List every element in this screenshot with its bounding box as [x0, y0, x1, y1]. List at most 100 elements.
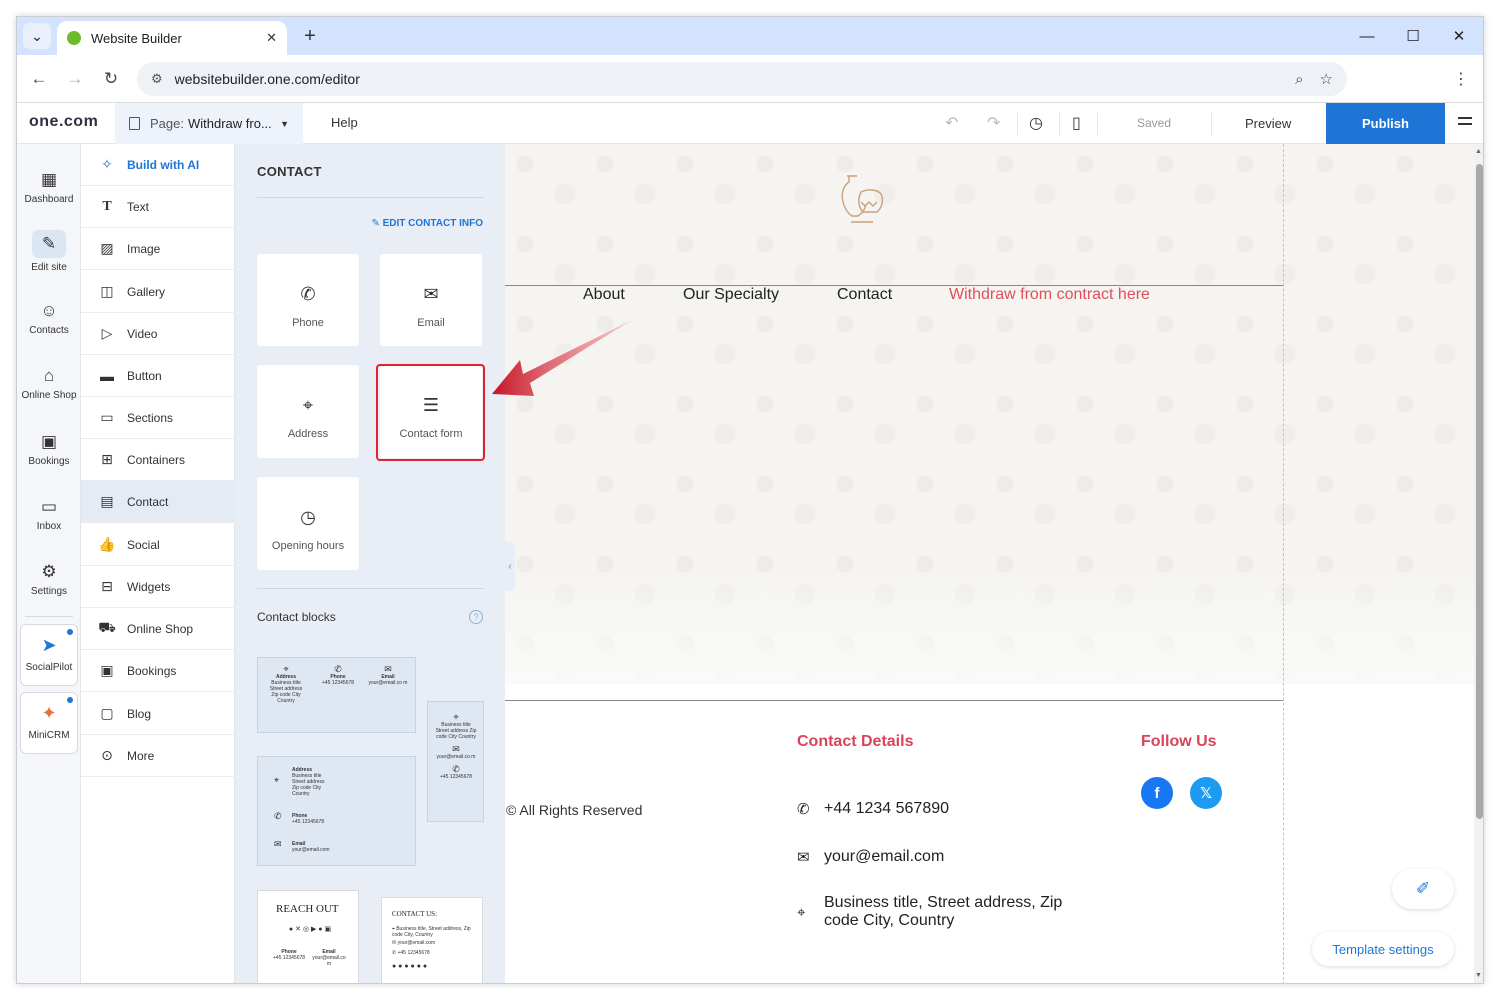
- app-minicrm[interactable]: ✦ MiniCRM: [20, 692, 78, 754]
- element-gallery[interactable]: ◫ Gallery: [81, 271, 235, 313]
- element-more[interactable]: ⊙ More: [81, 735, 235, 777]
- minimize-button[interactable]: —: [1347, 21, 1387, 51]
- collapse-panel-button[interactable]: ‹: [505, 541, 515, 591]
- facebook-icon[interactable]: f: [1141, 777, 1173, 809]
- containers-icon: ⊞: [101, 451, 113, 467]
- phone-icon: ✆: [274, 811, 282, 821]
- mini-address-line: ⌖ Business title, Street address, Zip co…: [392, 926, 471, 938]
- contact-block-2[interactable]: ⌖ Address Business title Street address …: [257, 756, 416, 866]
- app-socialpilot[interactable]: ➤ SocialPilot: [20, 624, 78, 686]
- reload-icon: ↻: [103, 69, 119, 88]
- contact-card-opening-hours[interactable]: ◷ Opening hours: [257, 477, 359, 570]
- element-label: Social: [127, 537, 160, 552]
- forward-button[interactable]: →: [61, 65, 89, 93]
- nav-withdraw[interactable]: Withdraw from contract here: [949, 286, 1150, 304]
- bookings-icon: ▣: [100, 662, 114, 678]
- contact-block-1[interactable]: ⌖ Address Business title Street address …: [257, 657, 416, 733]
- help-icon[interactable]: ?: [469, 610, 483, 624]
- contact-card-phone[interactable]: ✆ Phone: [257, 254, 359, 346]
- contact-card-email[interactable]: ✉ Email: [380, 254, 482, 346]
- design-settings-button[interactable]: ✐: [1392, 869, 1454, 909]
- new-tab-button[interactable]: +: [297, 23, 323, 49]
- rail-item-dashboard[interactable]: ▦ Dashboard: [17, 170, 81, 205]
- x-icon[interactable]: 𝕏: [1190, 777, 1222, 809]
- preview-button[interactable]: Preview: [1245, 116, 1291, 131]
- panel-divider: [257, 588, 484, 589]
- card-label: Email: [417, 317, 445, 329]
- chevron-left-icon: ‹: [508, 560, 512, 572]
- rail-item-contacts[interactable]: ☺ Contacts: [17, 301, 81, 336]
- undo-icon[interactable]: ↶: [945, 113, 958, 133]
- element-build-with-ai[interactable]: ✧ Build with AI: [81, 144, 235, 186]
- element-sections[interactable]: ▭ Sections: [81, 397, 235, 439]
- browser-tab[interactable]: Website Builder ✕: [57, 21, 287, 55]
- site-canvas[interactable]: About Our Specialty Contact Withdraw fro…: [505, 144, 1474, 983]
- scroll-down-icon[interactable]: ▼: [1475, 972, 1482, 979]
- back-arrow-icon: ←: [30, 69, 48, 88]
- url-text[interactable]: websitebuilder.one.com/editor: [175, 71, 1279, 87]
- site-info-icon[interactable]: ⚙: [151, 71, 163, 87]
- mini-text: Business title Street address Zip code C…: [435, 722, 477, 740]
- edit-contact-info-link[interactable]: ✎ EDIT CONTACT INFO: [371, 218, 483, 229]
- scrollbar-thumb[interactable]: [1476, 164, 1483, 819]
- mini-text: +45 12345678: [321, 680, 355, 686]
- phone-icon: ✆: [300, 284, 316, 304]
- rail-item-label: Edit site: [31, 262, 67, 273]
- grid-icon: ▦: [40, 170, 58, 189]
- page-selector[interactable]: Page: Withdraw fro... ▼: [115, 103, 303, 144]
- element-image[interactable]: ▨ Image: [81, 228, 235, 270]
- element-social[interactable]: 👍 Social: [81, 524, 235, 566]
- contact-block-5[interactable]: CONTACT US: ⌖ Business title, Street add…: [381, 897, 483, 983]
- maximize-button[interactable]: ☐: [1393, 21, 1433, 51]
- element-video[interactable]: ▷ Video: [81, 313, 235, 355]
- contact-card-address[interactable]: ⌖ Address: [257, 365, 359, 458]
- mini-phone: Phone +45 12345678: [270, 949, 308, 961]
- mini-phone-line: ✆ +45 12345678: [392, 950, 430, 956]
- url-bar[interactable]: ⚙ websitebuilder.one.com/editor ⌕ ☆: [137, 62, 1347, 96]
- zoom-icon[interactable]: ⌕: [1295, 71, 1303, 88]
- element-text[interactable]: T Text: [81, 186, 235, 228]
- element-online-shop[interactable]: ⛟ Online Shop: [81, 608, 235, 650]
- close-window-button[interactable]: ✕: [1439, 21, 1479, 51]
- element-containers[interactable]: ⊞ Containers: [81, 439, 235, 481]
- nav-about[interactable]: About: [583, 286, 625, 304]
- back-button[interactable]: ←: [25, 65, 53, 93]
- element-contact[interactable]: ▤ Contact: [81, 481, 235, 523]
- rail-item-inbox[interactable]: ▭ Inbox: [17, 497, 81, 532]
- hamburger-menu-icon[interactable]: [1458, 117, 1472, 129]
- element-blog[interactable]: ▢ Blog: [81, 693, 235, 735]
- mobile-view-icon[interactable]: ▯: [1072, 113, 1081, 133]
- close-icon: ✕: [1452, 28, 1466, 45]
- template-settings-button[interactable]: Template settings: [1312, 932, 1454, 966]
- rail-item-settings[interactable]: ⚙ Settings: [17, 562, 81, 597]
- canvas-scrollbar[interactable]: ▲ ▼: [1474, 144, 1483, 983]
- contact-icon: ▤: [100, 493, 114, 509]
- inbox-icon: ▭: [40, 497, 58, 516]
- close-tab-icon[interactable]: ✕: [266, 30, 277, 46]
- element-label: Video: [127, 326, 158, 341]
- nav-contact[interactable]: Contact: [837, 286, 892, 304]
- bookmark-star-icon[interactable]: ☆: [1320, 70, 1333, 88]
- help-menu[interactable]: Help: [331, 115, 358, 130]
- tab-search-button[interactable]: ⌄: [23, 23, 51, 49]
- element-button[interactable]: ▬ Button: [81, 355, 235, 397]
- chevron-down-icon: ⌄: [31, 27, 43, 44]
- rail-item-bookings[interactable]: ▣ Bookings: [17, 432, 81, 467]
- publish-button[interactable]: Publish: [1326, 103, 1445, 144]
- rail-item-online-shop[interactable]: ⌂ Online Shop: [17, 366, 81, 401]
- element-widgets[interactable]: ⊟ Widgets: [81, 566, 235, 608]
- contact-block-4[interactable]: REACH OUT ● ✕ ◎ ▶ ● ▣ Phone +45 12345678…: [257, 890, 359, 983]
- scroll-up-icon[interactable]: ▲: [1475, 148, 1482, 155]
- contact-block-3[interactable]: ⌖ Business title Street address Zip code…: [427, 701, 484, 822]
- toolbar-divider: [1211, 113, 1212, 135]
- nav-our-specialty[interactable]: Our Specialty: [683, 286, 779, 304]
- element-bookings[interactable]: ▣ Bookings: [81, 650, 235, 692]
- redo-icon[interactable]: ↷: [987, 113, 1000, 133]
- reload-button[interactable]: ↻: [97, 65, 125, 93]
- social-icons-row: ● ● ● ● ● ●: [392, 963, 428, 970]
- copyright-text: © All Rights Reserved: [506, 802, 643, 818]
- mini-text: +45 12345678: [292, 819, 325, 825]
- browser-menu-kebab-icon[interactable]: ⋮: [1453, 69, 1469, 89]
- rail-item-edit-site[interactable]: ✎ Edit site: [17, 230, 81, 273]
- history-icon[interactable]: ◷: [1029, 113, 1043, 133]
